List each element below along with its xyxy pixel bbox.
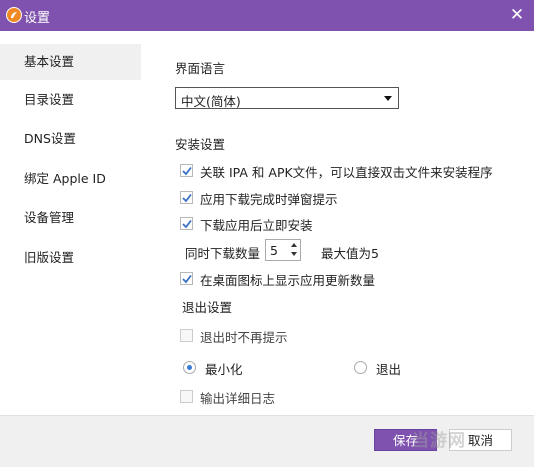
concurrent-downloads-value: 5 [270, 243, 278, 258]
download-popup-checkbox[interactable] [180, 191, 193, 204]
settings-window: 设置 ✕ 基本设置 目录设置 DNS设置 绑定 Apple ID 设备管理 旧版… [0, 0, 534, 467]
sidebar-item-devices[interactable]: 设备管理 [0, 200, 141, 236]
checkmark-icon [182, 166, 192, 176]
minimize-radio[interactable] [183, 361, 196, 374]
concurrent-downloads-label: 同时下载数量 [185, 246, 261, 261]
checkmark-icon [182, 274, 192, 284]
language-heading: 界面语言 [175, 61, 226, 76]
auto-install-checkbox[interactable] [180, 217, 193, 230]
sidebar-item-basic[interactable]: 基本设置 [0, 44, 141, 80]
sidebar-item-dns[interactable]: DNS设置 [0, 121, 141, 157]
language-select-value: 中文(简体) [181, 94, 241, 109]
watermark-text: 当游网 [412, 431, 466, 451]
close-icon[interactable]: ✕ [507, 5, 527, 25]
sidebar-item-apple-id[interactable]: 绑定 Apple ID [0, 161, 141, 197]
auto-install-label: 下载应用后立即安装 [200, 218, 313, 233]
associate-files-checkbox[interactable] [180, 164, 193, 177]
exit-heading: 退出设置 [182, 300, 233, 315]
no-exit-prompt-checkbox[interactable] [180, 329, 193, 342]
chevron-down-icon [384, 96, 392, 101]
no-exit-prompt-label: 退出时不再提示 [200, 330, 288, 345]
exit-radio[interactable] [354, 361, 367, 374]
app-logo-icon [6, 7, 22, 23]
concurrent-downloads-stepper[interactable]: 5 [265, 239, 301, 261]
settings-content: 界面语言 中文(简体) 安装设置 关联 IPA 和 APK文件，可以直接双击文件… [141, 31, 534, 415]
verbose-log-label: 输出详细日志 [200, 391, 276, 406]
sidebar-item-legacy[interactable]: 旧版设置 [0, 240, 141, 276]
stepper-down-icon[interactable] [289, 250, 299, 259]
settings-sidebar: 基本设置 目录设置 DNS设置 绑定 Apple ID 设备管理 旧版设置 [0, 31, 141, 415]
update-count-checkbox[interactable] [180, 272, 193, 285]
install-heading: 安装设置 [175, 137, 226, 152]
stepper-up-icon[interactable] [289, 241, 299, 250]
checkmark-icon [182, 193, 192, 203]
sidebar-item-directory[interactable]: 目录设置 [0, 82, 141, 118]
exit-label: 退出 [376, 362, 402, 377]
max-downloads-label: 最大值为5 [321, 246, 379, 261]
minimize-label: 最小化 [205, 362, 243, 377]
title-bar: 设置 ✕ [0, 0, 534, 31]
window-title: 设置 [24, 11, 51, 26]
language-select[interactable]: 中文(简体) [175, 87, 399, 109]
associate-files-label: 关联 IPA 和 APK文件，可以直接双击文件来安装程序 [200, 165, 493, 180]
update-count-label: 在桌面图标上显示应用更新数量 [200, 273, 376, 288]
checkmark-icon [182, 219, 192, 229]
verbose-log-checkbox[interactable] [180, 390, 193, 403]
download-popup-label: 应用下载完成时弹窗提示 [200, 192, 338, 207]
